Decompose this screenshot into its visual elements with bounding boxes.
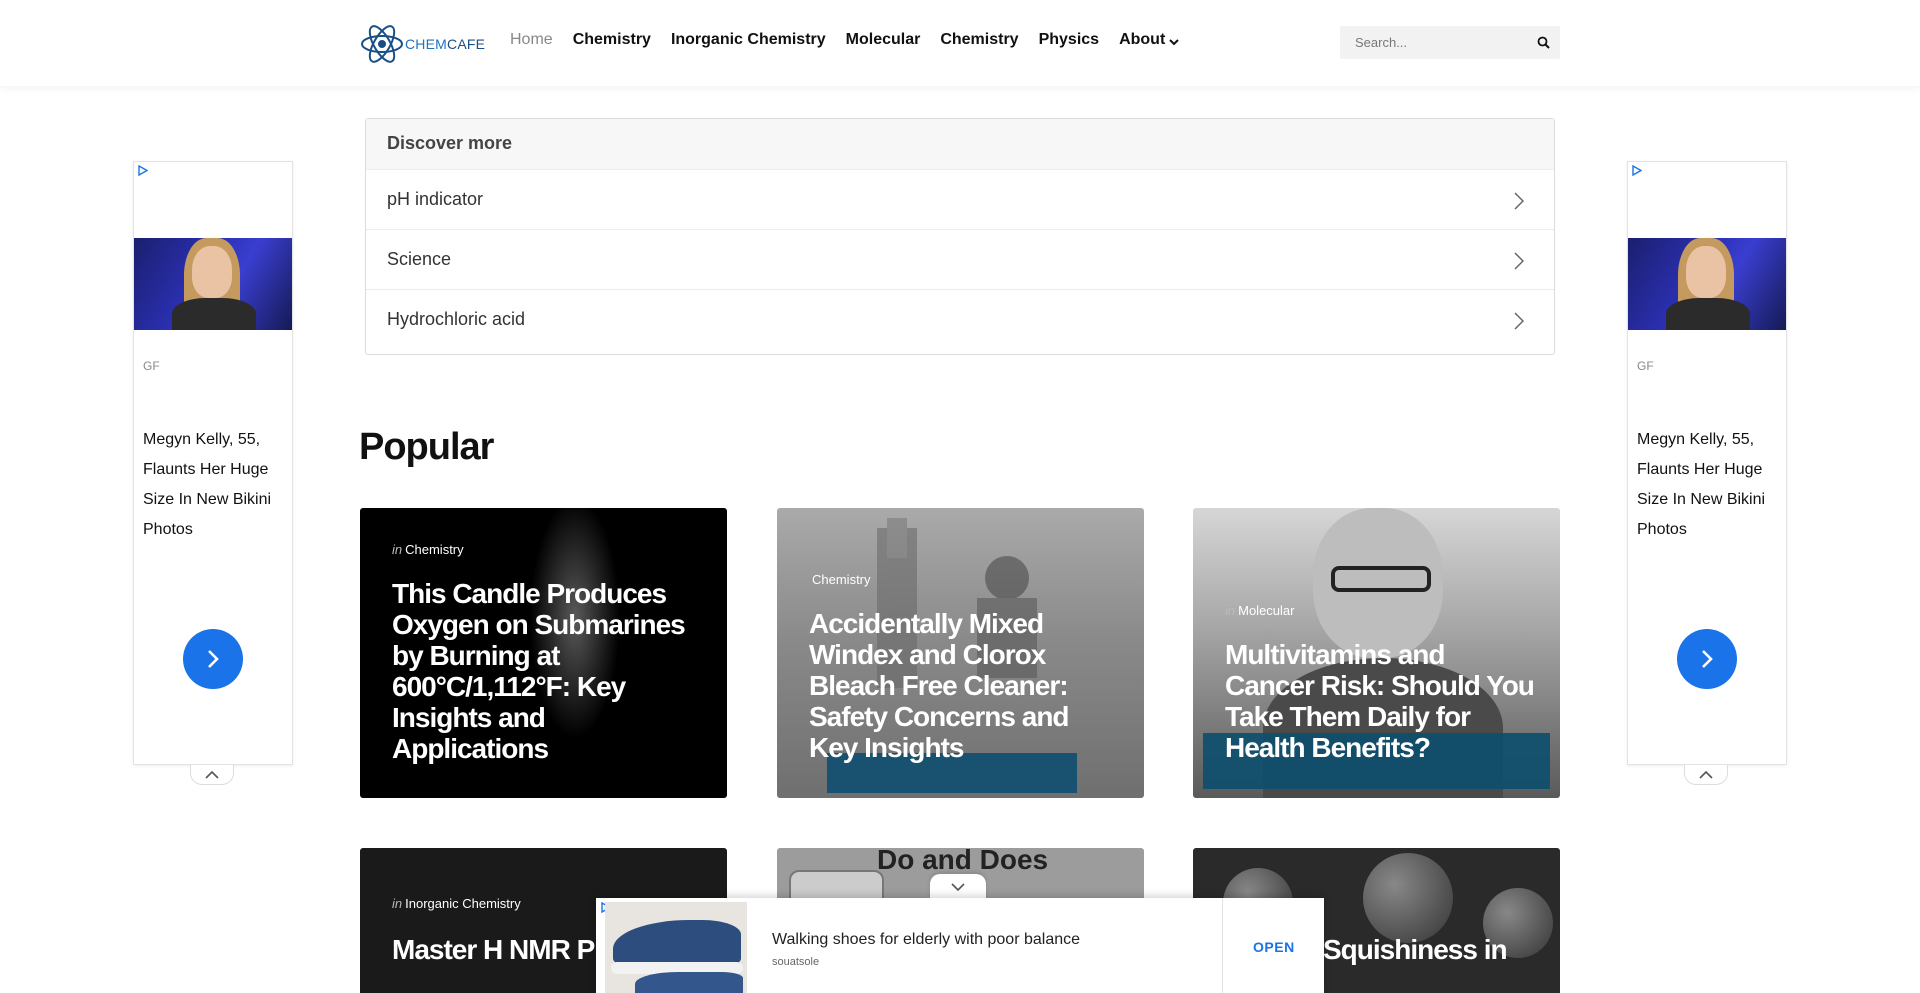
- chevron-right-icon: [1514, 312, 1524, 330]
- chevron-down-icon: [1169, 38, 1179, 45]
- logo-text: CHEMCAFE: [405, 36, 486, 52]
- nav-chemistry-2[interactable]: Chemistry: [940, 31, 1018, 49]
- ad-headline[interactable]: Walking shoes for elderly with poor bala…: [772, 931, 1080, 949]
- card-category[interactable]: in Chemistry: [392, 542, 464, 557]
- nav-molecular[interactable]: Molecular: [846, 31, 921, 49]
- card-title[interactable]: Squishiness in: [1323, 934, 1553, 965]
- site-header: CHEMCAFE Home Chemistry Inorganic Chemis…: [0, 0, 1920, 86]
- nav-about-label: About: [1119, 31, 1166, 48]
- discover-more-title: Discover more: [366, 119, 1554, 169]
- ad-photo[interactable]: [134, 238, 292, 330]
- ad-product-image[interactable]: [605, 902, 747, 993]
- chevron-right-icon: [1702, 650, 1713, 668]
- card-title[interactable]: Accidentally Mixed Windex and Clorox Ble…: [809, 608, 1121, 763]
- discover-item-label: pH indicator: [387, 189, 484, 209]
- site-logo[interactable]: CHEMCAFE: [360, 20, 485, 68]
- card-category[interactable]: in Molecular: [1225, 603, 1294, 618]
- discover-item-hydrochloric-acid[interactable]: Hydrochloric acid: [366, 289, 1554, 349]
- nav-about[interactable]: About: [1119, 31, 1179, 49]
- photo-shape: [1331, 566, 1431, 592]
- ad-collapse-button[interactable]: [1684, 765, 1728, 785]
- card-category[interactable]: in Inorganic Chemistry: [392, 896, 521, 911]
- chevron-up-icon: [1699, 770, 1713, 779]
- ad-next-button[interactable]: [183, 629, 243, 689]
- discover-item-ph-indicator[interactable]: pH indicator: [366, 169, 1554, 229]
- ad-next-button[interactable]: [1677, 629, 1737, 689]
- ad-brand: souatsole: [772, 956, 820, 968]
- bottom-ad-collapse-button[interactable]: [930, 874, 986, 900]
- discover-more-panel: Discover more pH indicator Science Hydro…: [365, 118, 1555, 355]
- ad-headline[interactable]: Megyn Kelly, 55, Flaunts Her Huge Size I…: [1637, 425, 1777, 545]
- ad-collapse-button[interactable]: [190, 765, 234, 785]
- article-card[interactable]: Chemistry Accidentally Mixed Windex and …: [777, 508, 1144, 798]
- adchoices-icon[interactable]: [1631, 165, 1642, 176]
- nav-home[interactable]: Home: [510, 31, 553, 49]
- atom-icon: [361, 25, 403, 63]
- chevron-right-icon: [1514, 252, 1524, 270]
- adchoices-icon[interactable]: [137, 165, 148, 176]
- main-nav: Home Chemistry Inorganic Chemistry Molec…: [510, 31, 1179, 49]
- ad-headline[interactable]: Megyn Kelly, 55, Flaunts Her Huge Size I…: [143, 425, 283, 545]
- search-input[interactable]: [1340, 26, 1520, 59]
- photo-shape: [1363, 853, 1453, 943]
- left-side-ad[interactable]: GF Megyn Kelly, 55, Flaunts Her Huge Siz…: [133, 161, 293, 785]
- ad-photo[interactable]: [1628, 238, 1786, 330]
- discover-item-label: Science: [387, 249, 452, 269]
- ad-source: GF: [143, 359, 160, 373]
- chevron-down-icon: [951, 882, 965, 891]
- nav-inorganic-chemistry[interactable]: Inorganic Chemistry: [671, 31, 826, 49]
- search-box: [1340, 26, 1560, 59]
- chevron-right-icon: [208, 650, 219, 668]
- article-card[interactable]: in Chemistry This Candle Produces Oxygen …: [360, 508, 727, 798]
- card-category[interactable]: Chemistry: [809, 572, 871, 587]
- nav-physics[interactable]: Physics: [1039, 31, 1099, 49]
- search-icon[interactable]: [1537, 36, 1550, 49]
- popular-heading: Popular: [359, 426, 494, 468]
- article-card[interactable]: in Molecular Multivitamins and Cancer Ris…: [1193, 508, 1560, 798]
- ad-source: GF: [1637, 359, 1654, 373]
- ad-open-button[interactable]: OPEN: [1253, 939, 1295, 955]
- bottom-sticky-ad[interactable]: Walking shoes for elderly with poor bala…: [596, 898, 1324, 993]
- chevron-right-icon: [1514, 192, 1524, 210]
- image-text: Do and Does: [877, 848, 1049, 875]
- nav-chemistry[interactable]: Chemistry: [573, 31, 651, 49]
- divider: [1222, 898, 1223, 993]
- card-title[interactable]: Multivitamins and Cancer Risk: Should Yo…: [1225, 639, 1537, 763]
- card-title[interactable]: This Candle Produces Oxygen on Submarine…: [392, 578, 704, 764]
- right-side-ad[interactable]: GF Megyn Kelly, 55, Flaunts Her Huge Siz…: [1627, 161, 1787, 785]
- discover-item-label: Hydrochloric acid: [387, 309, 526, 329]
- discover-item-science[interactable]: Science: [366, 229, 1554, 289]
- chevron-up-icon: [205, 770, 219, 779]
